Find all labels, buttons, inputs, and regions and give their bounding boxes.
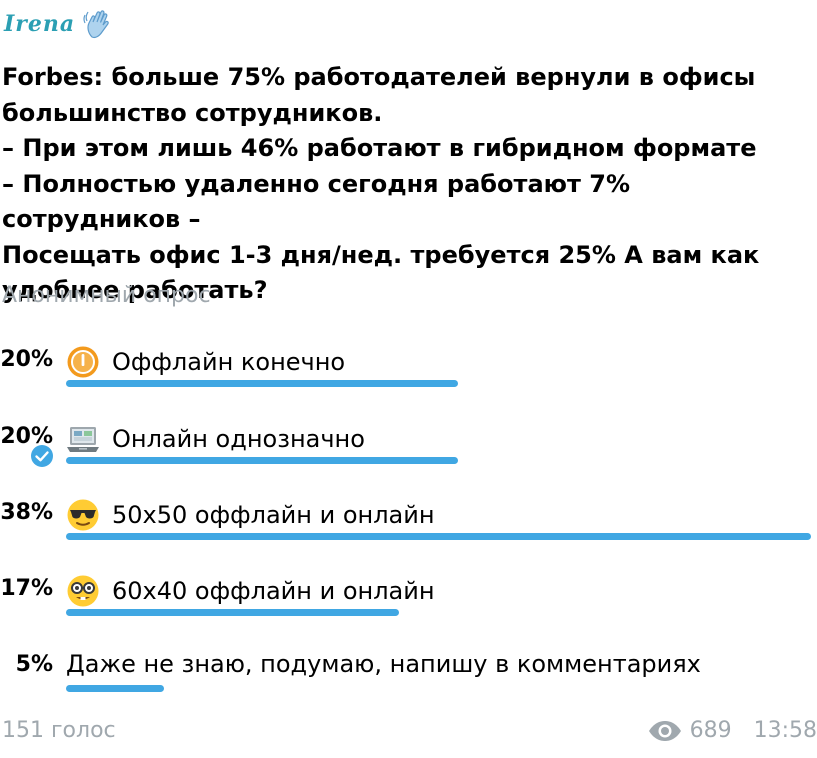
author-name[interactable]: Irena [4,11,75,37]
nerd-face-icon [67,575,99,607]
option-result-bar [66,533,811,540]
post-meta: 689 13:58 [648,718,817,743]
poll-option[interactable]: 17% 60х40 оффлайн и онлайн [0,564,817,624]
poll-question: Forbes: больше 75% работодателей вернули… [2,63,760,304]
view-count: 689 [689,718,732,743]
checkmark-icon [31,445,53,467]
option-percent: 17% [0,576,53,601]
eye-icon [648,720,681,741]
poll-type-label: Анонимный опрос [2,283,211,308]
option-text: 60х40 оффлайн и онлайн [112,577,435,605]
post-time: 13:58 [753,718,817,743]
poll-option[interactable]: 38% 50х50 оффлайн и онлайн [0,488,817,548]
option-text: 50х50 оффлайн и онлайн [112,501,435,529]
option-label: 60х40 оффлайн и онлайн [66,574,435,608]
sunglasses-face-icon [67,499,99,531]
option-percent: 5% [15,652,53,677]
option-result-bar [66,685,164,692]
option-text: Оффлайн конечно [112,348,346,376]
orange-circle-icon [67,346,99,378]
option-percent: 38% [0,500,53,525]
waving-hand-icon [83,10,109,39]
post-author[interactable]: Irena [4,8,113,40]
poll-option[interactable]: 5% Даже не знаю, подумаю, напишу в комме… [0,640,817,700]
option-label: Оффлайн конечно [66,345,345,379]
option-label: Онлайн однозначно [66,422,365,456]
option-text: Онлайн однозначно [112,425,365,453]
option-label: Даже не знаю, подумаю, напишу в коммента… [66,650,701,678]
option-result-bar [66,457,458,464]
option-result-bar [66,380,458,387]
poll-option[interactable]: 20% Оффлайн конечно [0,335,817,395]
poll-option[interactable]: 20% Онлайн однозначно [0,412,817,472]
total-votes[interactable]: 151 голос [2,718,116,743]
option-percent: 20% [0,347,53,372]
option-result-bar [66,609,399,616]
option-label: 50х50 оффлайн и онлайн [66,498,435,532]
option-text: Даже не знаю, подумаю, напишу в коммента… [66,650,701,678]
laptop-icon [67,427,99,452]
